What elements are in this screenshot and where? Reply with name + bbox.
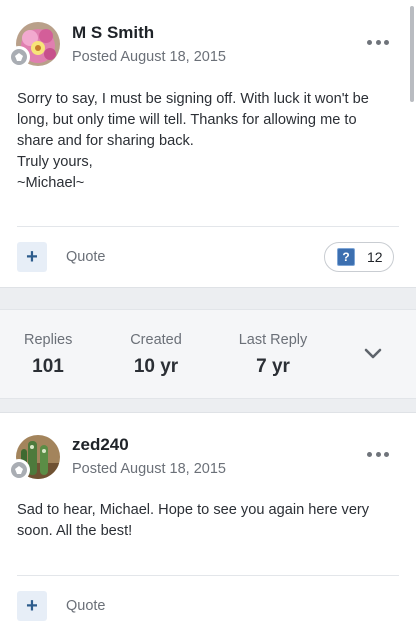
reaction-button[interactable]: ? 12 [324,242,394,272]
stat-replies: Replies 101 [24,332,72,378]
more-options-icon[interactable] [367,40,389,46]
stat-created: Created 10 yr [126,332,186,378]
rank-badge-icon [8,46,30,68]
post-paragraph: Sorry to say, I must be signing off. Wit… [17,91,369,149]
multiquote-add-button[interactable]: + [17,242,47,272]
scrollbar[interactable] [410,6,414,102]
post-paragraph: ~Michael~ [17,175,85,191]
post-content: Sad to hear, Michael. Hope to see you ag… [17,500,382,542]
post-content: Sorry to say, I must be signing off. Wit… [17,89,382,194]
post-zed240: zed240 Posted August 18, 2015 Sad to hea… [0,412,416,636]
stat-value: 7 yr [256,356,290,377]
stat-label: Created [130,332,182,348]
post-date[interactable]: Posted August 18, 2015 [72,461,226,477]
stat-value: 101 [32,356,64,377]
stat-value: 10 yr [133,356,179,377]
divider [17,575,399,576]
post-paragraph: Truly yours, [17,154,93,170]
question-reaction-icon: ? [337,248,355,266]
stat-label: Replies [24,332,73,348]
stat-last-reply: Last Reply 7 yr [236,332,310,378]
rank-badge-icon [8,459,30,481]
quote-button[interactable]: Quote [66,249,106,265]
quote-button[interactable]: Quote [66,598,106,614]
reaction-count: 12 [367,249,383,265]
stat-label: Last Reply [238,332,308,348]
topic-stats-bar: Replies 101 Created 10 yr Last Reply 7 y… [0,309,416,399]
chevron-down-icon[interactable] [364,348,382,360]
more-options-icon[interactable] [367,452,389,458]
divider [17,226,399,227]
post-paragraph: Sad to hear, Michael. Hope to see you ag… [17,502,370,539]
multiquote-add-button[interactable]: + [17,591,47,621]
post-author[interactable]: zed240 [72,435,129,455]
post-date[interactable]: Posted August 18, 2015 [72,49,226,65]
post-ms-smith: M S Smith Posted August 18, 2015 Sorry t… [0,0,416,288]
post-author[interactable]: M S Smith [72,23,154,43]
